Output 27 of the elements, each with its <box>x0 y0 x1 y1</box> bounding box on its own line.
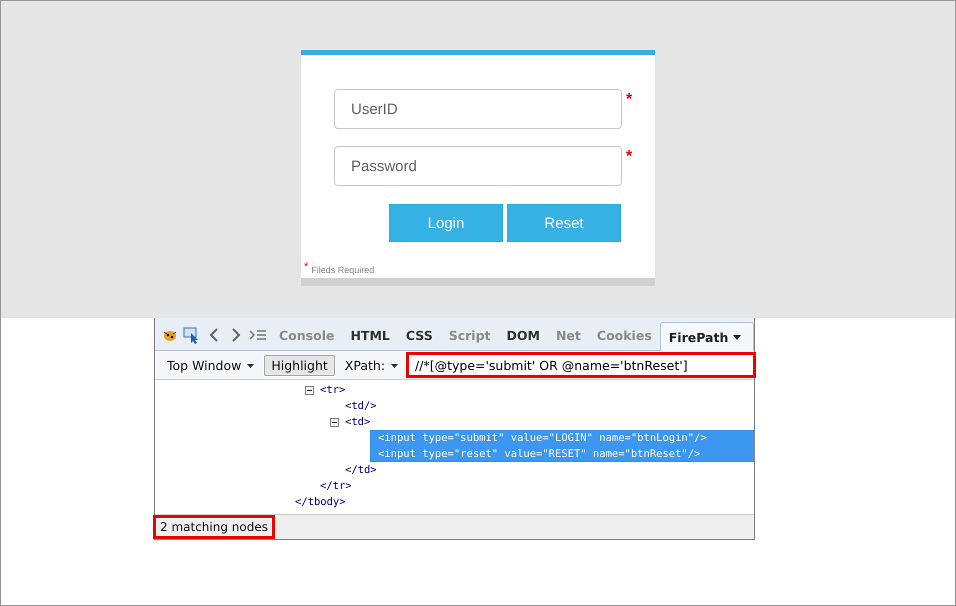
caret-icon <box>733 334 742 340</box>
xpath-field[interactable]: //*[@type='submit' OR @name='btnReset'] <box>408 354 754 376</box>
caret-icon <box>247 364 254 368</box>
required-note: Fileds Required <box>311 265 374 275</box>
caret-icon <box>391 364 398 368</box>
required-mark: * <box>304 261 308 273</box>
tab[interactable]: DOM <box>498 328 548 350</box>
input-field[interactable]: UserID <box>334 89 622 129</box>
tab[interactable]: FirePath <box>660 322 754 351</box>
markup-line[interactable]: </td> <box>345 464 377 476</box>
xpath-dropdown[interactable]: XPath: <box>338 356 404 374</box>
markup-line[interactable]: </tr> <box>320 480 352 492</box>
markup-line[interactable]: <td/> <box>345 400 377 412</box>
markup-line[interactable]: <tr> <box>320 384 346 396</box>
window-dropdown[interactable]: Top Window <box>161 356 260 374</box>
collapse-toggle-icon[interactable] <box>305 386 314 394</box>
tab[interactable]: CSS <box>398 328 441 350</box>
highlight-button[interactable]: Highlight <box>264 354 335 376</box>
markup-line[interactable]: </tbody> <box>295 496 346 508</box>
required-mark: * <box>626 148 632 166</box>
required-mark: * <box>626 91 632 109</box>
inspect-icon[interactable] <box>183 326 201 344</box>
collapse-toggle-icon[interactable] <box>330 418 339 426</box>
status-text: 2 matching nodes <box>155 517 273 537</box>
input-field[interactable]: Password <box>334 146 622 186</box>
tab[interactable]: HTML <box>342 328 398 350</box>
markup-line[interactable]: <td> <box>345 416 370 428</box>
